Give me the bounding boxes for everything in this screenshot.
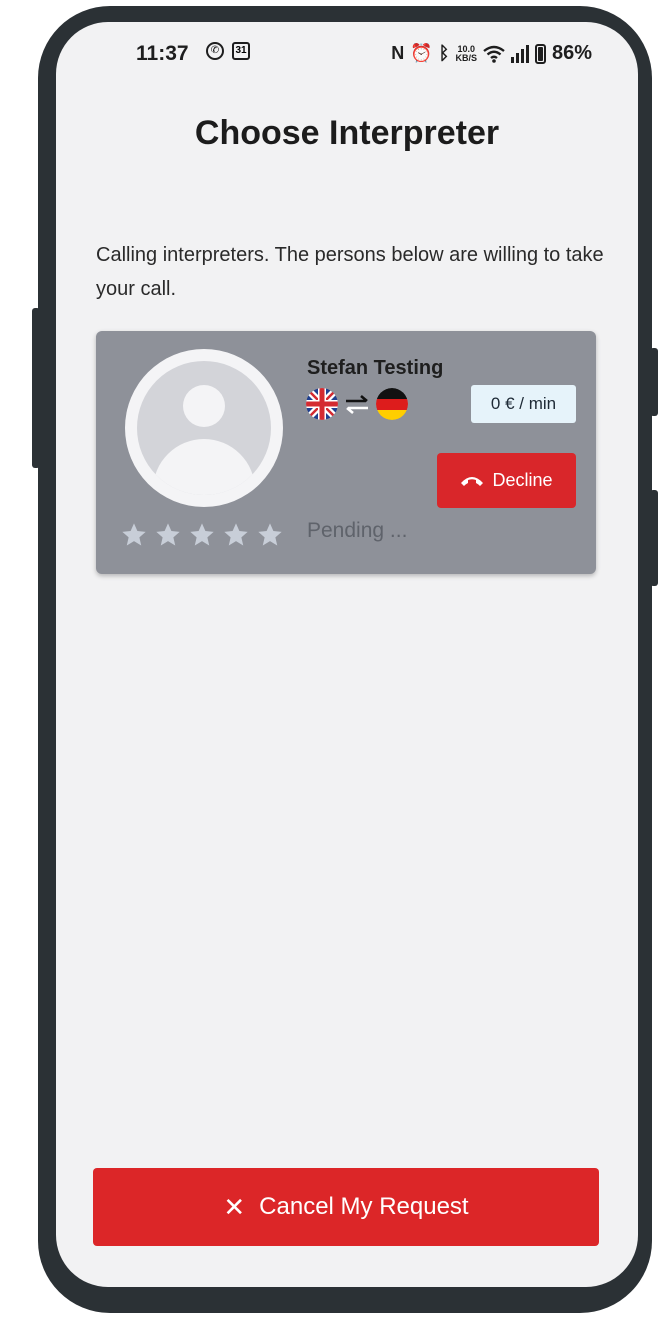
star-icon — [224, 523, 248, 546]
decline-label: Decline — [492, 470, 553, 490]
status-time: 11:37 — [136, 42, 189, 65]
whatsapp-icon: ✆ — [206, 42, 224, 60]
interpreter-name: Stefan Testing — [307, 357, 444, 379]
uk-flag-icon — [306, 388, 338, 420]
network-speed: 10.0 KB/S — [455, 44, 477, 63]
status-notification-icons: ✆ 31 — [206, 42, 250, 60]
signal-icon — [510, 44, 529, 63]
network-speed-unit: KB/S — [455, 52, 477, 63]
nfc-icon: N — [391, 43, 405, 63]
bluetooth-icon: ᛒ — [438, 43, 450, 63]
cancel-label: Cancel My Request — [259, 1193, 469, 1220]
calendar-icon: 31 — [232, 42, 250, 60]
cancel-request-button[interactable]: ✕ Cancel My Request — [93, 1168, 599, 1246]
star-icon — [258, 523, 282, 546]
language-pair — [306, 388, 408, 420]
star-icon — [122, 523, 146, 546]
price-badge: 0 € / min — [471, 385, 576, 423]
swap-arrows-icon — [346, 395, 368, 414]
status-system-icons: N ⏰ ᛒ 10.0 KB/S 86% — [391, 42, 592, 65]
avatar — [125, 349, 283, 507]
alarm-icon: ⏰ — [410, 43, 433, 63]
calendar-day: 31 — [235, 45, 247, 56]
intro-text: Calling interpreters. The persons below … — [96, 244, 604, 300]
star-icon — [156, 523, 180, 546]
decline-button[interactable]: Decline — [437, 453, 576, 508]
interpreter-card: Stefan Testing 0 € / min Decline Pending… — [96, 331, 596, 574]
battery-percent: 86% — [551, 42, 592, 64]
germany-flag-icon — [376, 388, 408, 420]
close-icon: ✕ — [223, 1191, 246, 1222]
page-title: Choose Interpreter — [194, 114, 500, 152]
rating-stars — [120, 521, 284, 549]
star-icon — [190, 523, 214, 546]
screen: 11:37 ✆ 31 N ⏰ ᛒ 10.0 KB/S 86% Choose In… — [56, 22, 638, 1287]
battery-icon — [534, 43, 546, 64]
phone-hangup-icon — [461, 476, 484, 486]
wifi-icon — [483, 45, 505, 63]
status-bar: 11:37 ✆ 31 N ⏰ ᛒ 10.0 KB/S 86% — [56, 22, 638, 82]
status-text: Pending ... — [307, 519, 408, 542]
